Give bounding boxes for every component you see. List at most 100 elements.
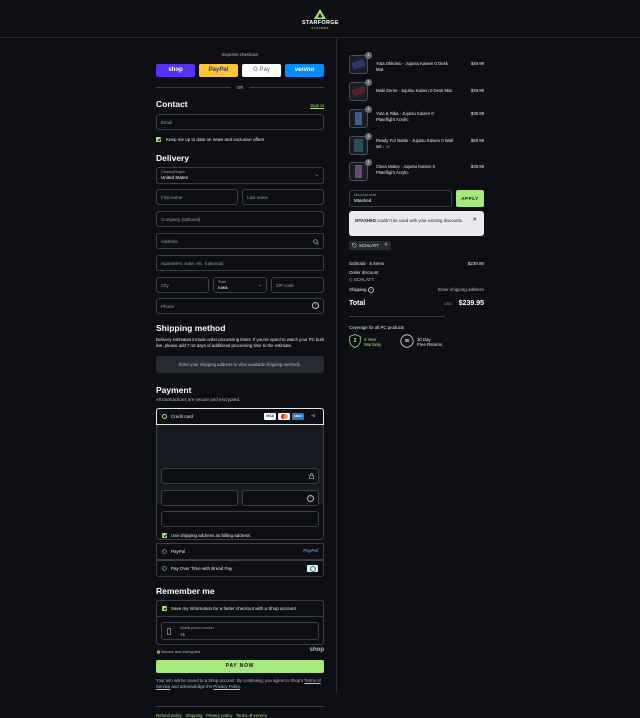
shop-logo: shop [309, 647, 324, 653]
bread-logo-icon [307, 565, 318, 572]
venmo-button[interactable]: venmo [285, 64, 324, 77]
terms-of-service-link[interactable]: Terms of service [236, 713, 267, 718]
first-name-field[interactable]: First name [156, 189, 238, 205]
mobile-value: +1 [180, 632, 186, 637]
column-divider [336, 38, 337, 693]
news-label: Keep me up to date on news and exclusive… [166, 137, 265, 142]
shipping-value: Enter shipping address [437, 287, 484, 292]
discount-tag: SCHLATT ✕ [349, 241, 391, 250]
company-field[interactable]: Company (optional) [156, 211, 324, 227]
save-info-checkbox[interactable] [162, 606, 167, 611]
returns-text: 30 Day Free Returns [417, 337, 442, 347]
privacy-policy-link[interactable]: Privacy policy [206, 713, 232, 718]
help-icon[interactable]: ? [367, 287, 374, 293]
warranty-line2: Warranty [364, 342, 382, 347]
discount-code-field[interactable]: Discount code Mtashed [349, 190, 452, 207]
discount-error-banner: MTASHED couldn't be used with your exist… [349, 211, 484, 236]
delivery-title: Delivery [156, 153, 190, 163]
security-code-field[interactable]: ? [242, 490, 319, 506]
search-icon [313, 239, 319, 245]
product-name: Yuta & Rika - Jujutsu Kaisen 0 Plateflig… [376, 111, 434, 122]
zip-placeholder: ZIP code [276, 283, 294, 288]
footer-divider [156, 706, 324, 707]
shipping-box-text: Enter your shipping address to view avai… [178, 362, 302, 367]
total-label: Total [349, 300, 366, 307]
paypal-label: PayPal [171, 549, 186, 554]
remember-divider [156, 616, 324, 617]
country-select[interactable]: Country/Region United States ⌄ [156, 167, 324, 184]
phone-field[interactable]: Phone ? [156, 298, 324, 314]
city-placeholder: City [161, 283, 169, 288]
expiry-field[interactable] [161, 490, 238, 506]
desk-mat-image [351, 85, 366, 98]
mobile-icon [167, 628, 171, 635]
bread-pay-label: Pay Over Time with Bread Pay [171, 566, 233, 571]
google-pay-button[interactable]: G Pay [242, 64, 281, 77]
apartment-field[interactable]: Apartment, suite, etc. (optional) [156, 255, 324, 271]
email-placeholder: Email [161, 120, 173, 125]
apply-discount-button[interactable]: APPLY [456, 190, 484, 207]
bread-pay-radio[interactable] [162, 566, 167, 571]
refund-policy-link[interactable]: Refund policy [156, 713, 182, 718]
order-discount-label: Order discount [349, 270, 379, 275]
discount-label: Discount code [354, 193, 377, 197]
remove-discount-icon[interactable]: ✕ [384, 242, 388, 248]
last-name-field[interactable]: Last name [242, 189, 324, 205]
chevron-down-icon: ⌄ [314, 172, 319, 178]
or-divider-right [249, 87, 324, 88]
shipping-note: Delivery estimates include order process… [156, 337, 324, 348]
legal-dot: . [239, 684, 241, 689]
wall-art-image [354, 139, 363, 152]
credit-card-radio[interactable] [162, 414, 167, 419]
credit-card-option[interactable]: Credit card VISA AMEX +5 [156, 408, 324, 425]
mobile-phone-field[interactable]: Mobile phone number +1 [161, 622, 319, 640]
subtotal-value: $239.95 [467, 261, 484, 266]
last-name-placeholder: Last name [247, 195, 269, 200]
product-name: Maki Zenin - Jujutsu Kaisen 0 Desk Mat [376, 88, 452, 93]
product-price: $49.99 [470, 88, 484, 93]
lock-icon [309, 473, 314, 479]
bread-pay-option[interactable]: Pay Over Time with Bread Pay [156, 560, 324, 577]
help-icon[interactable]: ? [307, 495, 314, 502]
address-field[interactable]: Address [156, 233, 324, 249]
legal-text: Your info will be saved to a Shop accoun… [156, 678, 324, 690]
payment-title: Payment [156, 385, 192, 395]
paypal-button[interactable]: PayPal [199, 64, 238, 77]
card-number-field[interactable] [161, 468, 319, 484]
help-icon[interactable]: ? [312, 302, 319, 309]
city-field[interactable]: City [156, 277, 209, 293]
billing-checkbox[interactable] [162, 533, 167, 538]
discount-error-code: MTASHED [355, 218, 376, 223]
discount-value: Mtashed [354, 198, 372, 203]
brand-logo[interactable]: STARFORGE SYSTEMS [302, 9, 339, 30]
pay-now-button[interactable]: PAY NOW [156, 660, 324, 673]
state-value: Iowa [218, 285, 228, 290]
secure-encrypted-label: Secure and encrypted [161, 649, 201, 654]
email-field[interactable]: Email [156, 114, 324, 130]
product-price: $39.99 [470, 111, 484, 116]
quantity-badge: 1 [365, 133, 372, 140]
shipping-link[interactable]: Shipping [186, 713, 203, 718]
acrylic-image [355, 165, 362, 178]
news-checkbox[interactable] [156, 137, 161, 142]
zip-field[interactable]: ZIP code [271, 277, 324, 293]
returns-line2: Free Returns [417, 342, 443, 347]
discount-error-text: MTASHED couldn't be used with your exist… [355, 218, 465, 224]
name-on-card-field[interactable] [161, 511, 319, 527]
shop-pay-button[interactable]: shop [156, 64, 195, 77]
privacy-link[interactable]: Privacy Policy [213, 684, 239, 689]
summary-divider [349, 316, 445, 317]
warranty-number: 2 [353, 338, 357, 344]
legal-and: and acknowledge the [171, 684, 213, 689]
sign-in-link[interactable]: Sign in [310, 103, 324, 108]
state-select[interactable]: State Iowa ⌄ [213, 277, 267, 293]
first-name-placeholder: First name [161, 195, 183, 200]
paypal-option[interactable]: PayPal PayPal [156, 543, 324, 560]
chevron-down-icon: ⌄ [257, 282, 262, 288]
close-icon[interactable]: ✕ [472, 217, 477, 223]
shipping-row: Shipping ? [349, 287, 374, 293]
paypal-radio[interactable] [162, 549, 167, 554]
quantity-badge: 1 [365, 52, 372, 59]
paypal-logo-icon: PayPal [303, 548, 318, 553]
desk-mat-image [351, 58, 366, 71]
